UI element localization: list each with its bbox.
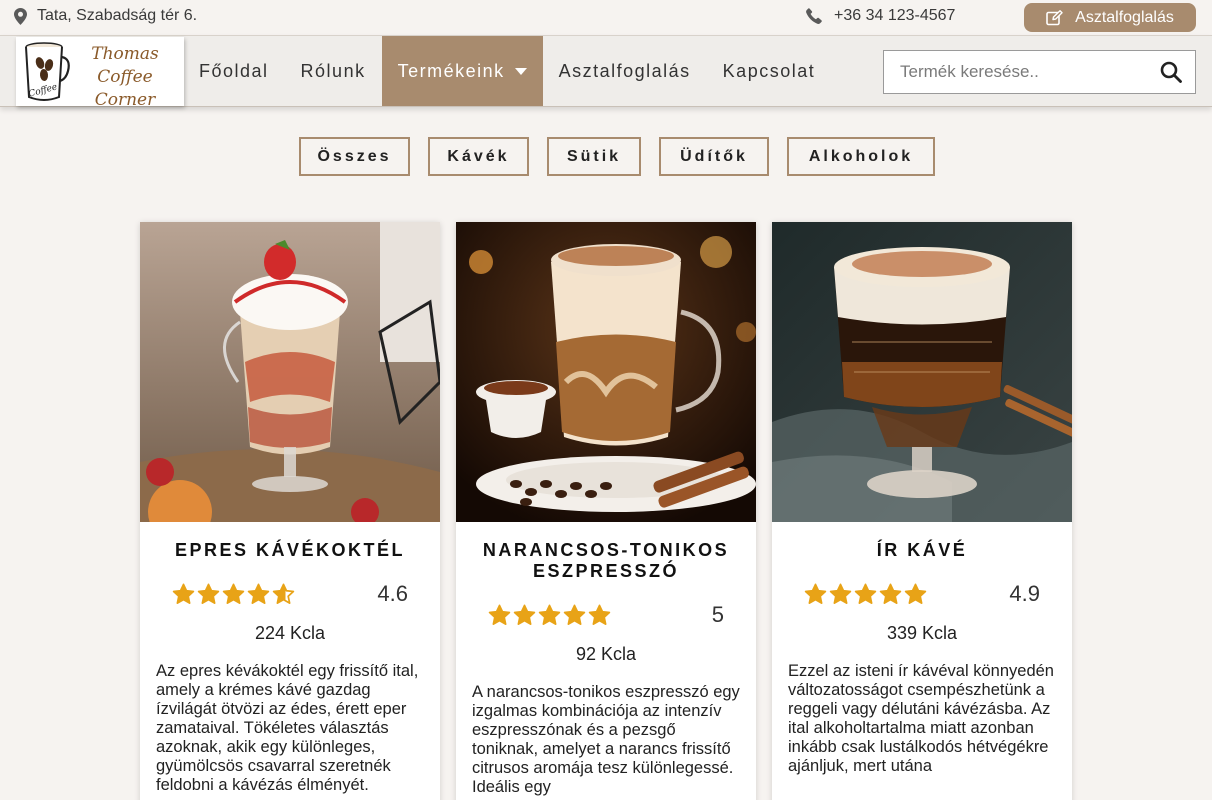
logo-brand: Thomas Coffee Corner xyxy=(70,43,180,112)
caret-down-icon xyxy=(514,67,527,75)
star-icon xyxy=(879,583,902,604)
product-kcal: 92 Kcla xyxy=(575,644,637,664)
star-icon xyxy=(804,583,827,604)
nav-menu: Főoldal Rólunk Termékeink Asztalfoglalás… xyxy=(183,36,831,106)
filter-label: Összes xyxy=(317,147,392,165)
star-icon xyxy=(172,583,195,604)
star-icon xyxy=(513,604,536,625)
search-icon xyxy=(1160,61,1182,83)
nav-item-label: Asztalfoglalás xyxy=(558,60,691,81)
product-image-irish-coffee[interactable] xyxy=(772,222,1072,522)
product-description: A narancsos-tonikos eszpresszó egy izgal… xyxy=(472,683,740,796)
nav-item-label: Főoldal xyxy=(199,60,269,81)
star-icon xyxy=(488,604,511,625)
filter-label: Üdítők xyxy=(680,147,748,165)
logo-line1: Thomas Coffee xyxy=(91,44,159,87)
phone-text: +36 34 123-4567 xyxy=(834,7,956,24)
product-description: Az epres kévákoktél egy frissítő ital, a… xyxy=(156,662,419,794)
filter-label: Sütik xyxy=(566,147,622,165)
rating-row: 4.6 xyxy=(140,581,440,611)
product-card[interactable]: NARANCSOS-TONIKOS ESZPRESSZÓ 5 92 Kcla A… xyxy=(456,222,756,800)
phone-icon xyxy=(806,8,822,24)
star-icon xyxy=(588,604,611,625)
product-kcal: 224 Kcla xyxy=(254,623,326,643)
nav-item-label: Rólunk xyxy=(300,60,366,81)
product-description: Ezzel az isteni ír kávéval könnyedén vál… xyxy=(788,662,1054,775)
nav-item-termekeink[interactable]: Termékeink xyxy=(381,36,543,106)
nav-item-kapcsolat[interactable]: Kapcsolat xyxy=(707,36,832,106)
filter-uditok-button[interactable]: Üdítők xyxy=(659,137,769,176)
star-icon xyxy=(904,583,927,604)
star-icon xyxy=(272,583,295,604)
star-icon xyxy=(829,583,852,604)
filter-label: Kávék xyxy=(447,147,510,165)
search-button[interactable] xyxy=(1147,51,1195,93)
filter-kavek-button[interactable]: Kávék xyxy=(428,137,529,176)
reserve-button[interactable]: Asztalfoglalás xyxy=(1024,3,1196,32)
category-filters: Összes Kávék Sütik Üdítők Alkoholok xyxy=(299,137,935,176)
nav-item-asztalfoglalas[interactable]: Asztalfoglalás xyxy=(543,36,707,106)
star-icon xyxy=(563,604,586,625)
star-icon xyxy=(854,583,877,604)
reserve-button-label: Asztalfoglalás xyxy=(1075,8,1174,26)
address: Tata, Szabadság tér 6. xyxy=(14,7,197,25)
product-title: NARANCSOS-TONIKOS ESZPRESSZÓ xyxy=(482,540,730,581)
search-box xyxy=(883,50,1196,94)
edit-icon xyxy=(1046,9,1063,25)
main-navbar: Coffee Thomas Coffee Corner Főoldal Rólu… xyxy=(0,35,1212,110)
product-image-orange-tonic-espresso[interactable] xyxy=(456,222,756,522)
address-text: Tata, Szabadság tér 6. xyxy=(37,7,198,24)
rating-value: 5 xyxy=(711,602,724,627)
star-icon xyxy=(247,583,270,604)
product-title: ÍR KÁVÉ xyxy=(876,540,968,560)
filter-label: Alkoholok xyxy=(808,147,914,165)
rating-stars xyxy=(172,583,295,606)
nav-item-rolunk[interactable]: Rólunk xyxy=(285,36,382,106)
product-kcal: 339 Kcla xyxy=(886,623,958,643)
filter-sutik-button[interactable]: Sütik xyxy=(547,137,641,176)
nav-item-fooldal[interactable]: Főoldal xyxy=(183,36,285,106)
nav-item-label: Termékeink xyxy=(397,60,505,81)
search-input[interactable] xyxy=(884,51,1147,93)
rating-value: 4.6 xyxy=(377,581,408,606)
rating-row: 4.9 xyxy=(772,581,1072,611)
filter-alkoholok-button[interactable]: Alkoholok xyxy=(787,137,935,176)
product-title: EPRES KÁVÉKOKTÉL xyxy=(174,540,406,560)
rating-stars xyxy=(488,604,611,627)
rating-row: 5 xyxy=(456,602,756,632)
logo[interactable]: Coffee Thomas Coffee Corner xyxy=(16,37,184,110)
top-bar: Tata, Szabadság tér 6. +36 34 123-4567 A… xyxy=(0,0,1212,35)
rating-value: 4.9 xyxy=(1009,581,1040,606)
nav-item-label: Kapcsolat xyxy=(722,60,816,81)
coffee-cup-logo-icon: Coffee xyxy=(25,42,70,101)
product-card[interactable]: ÍR KÁVÉ 4.9 339 Kcla Ezzel az isteni ír … xyxy=(772,222,1072,800)
product-card[interactable]: EPRES KÁVÉKOKTÉL 4.6 224 Kcla Az epres k… xyxy=(140,222,440,800)
star-icon xyxy=(197,583,220,604)
product-image-strawberry-coffee-cocktail[interactable] xyxy=(140,222,440,522)
map-pin-icon xyxy=(14,7,27,25)
filter-osszes-button[interactable]: Összes xyxy=(299,137,410,176)
star-icon xyxy=(222,583,245,604)
star-icon xyxy=(538,604,561,625)
phone[interactable]: +36 34 123-4567 xyxy=(806,7,955,25)
rating-stars xyxy=(804,583,927,606)
logo-line2: Corner xyxy=(94,90,156,110)
